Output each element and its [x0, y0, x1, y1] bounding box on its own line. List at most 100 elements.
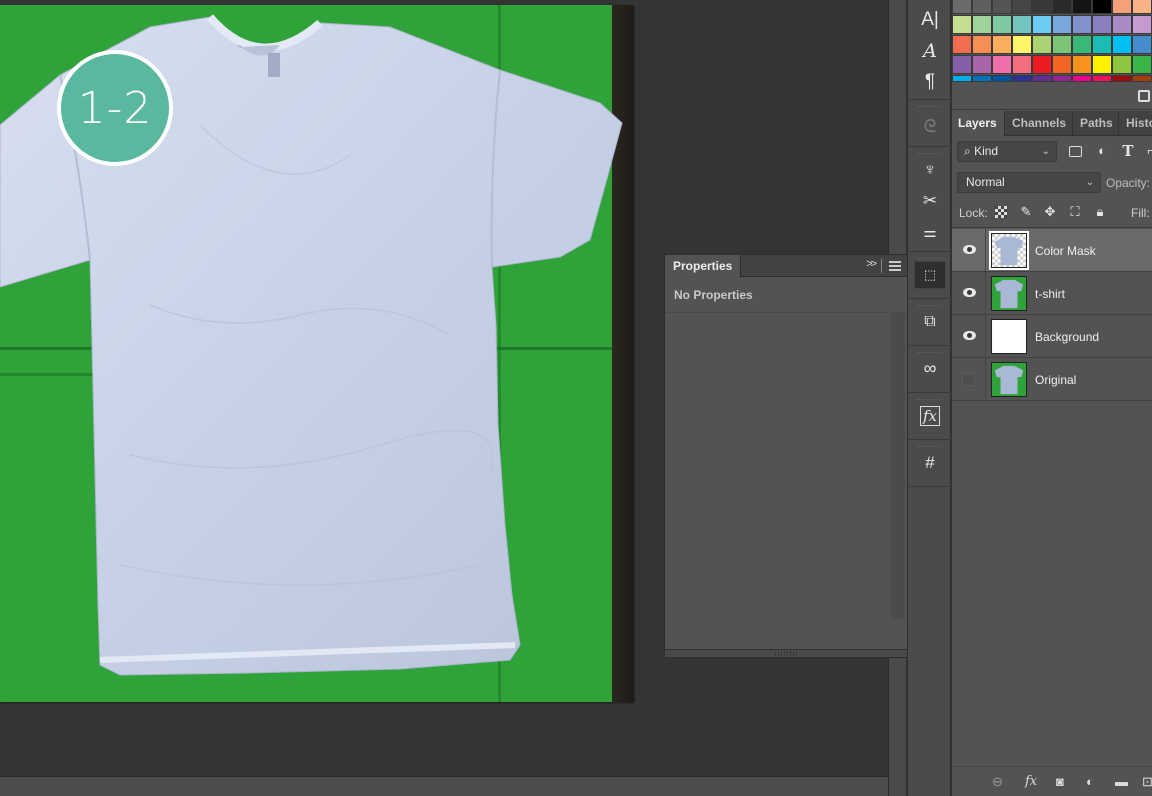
new-layer-icon[interactable]: ⊡	[1142, 774, 1152, 790]
filter-kind-select[interactable]: ⌕ Kind ⌄	[957, 141, 1057, 162]
swatch[interactable]	[992, 75, 1012, 82]
lock-image-pixels-icon[interactable]: ✎	[1019, 205, 1033, 219]
blend-mode-select[interactable]: Normal ⌄	[957, 172, 1101, 193]
visibility-toggle[interactable]	[952, 315, 986, 357]
image-filter-icon[interactable]	[1069, 146, 1082, 157]
swatch[interactable]	[1032, 55, 1052, 74]
properties-resize-bar[interactable]	[665, 649, 907, 657]
swatch[interactable]	[1132, 0, 1152, 14]
visibility-toggle[interactable]	[952, 272, 986, 314]
swatch[interactable]	[1052, 55, 1072, 74]
swatch[interactable]	[1072, 75, 1092, 82]
clone-source-icon[interactable]: ⧉	[908, 306, 952, 337]
layer-row-color-mask[interactable]: Color Mask	[952, 229, 1152, 272]
swatch[interactable]	[992, 0, 1012, 14]
collapse-panel-icon[interactable]: >>	[866, 258, 877, 270]
layer-name[interactable]: Color Mask	[1035, 244, 1096, 258]
swatch[interactable]	[1092, 55, 1112, 74]
tool-presets-icon[interactable]: ✂	[908, 185, 952, 216]
patterns-icon[interactable]: #	[908, 447, 952, 478]
swatch[interactable]	[1012, 15, 1032, 34]
swatch[interactable]	[1032, 0, 1052, 14]
character-styles-icon[interactable]: A	[908, 35, 952, 66]
lock-artboard-icon[interactable]: ⛶	[1068, 205, 1082, 219]
swatch[interactable]	[1032, 75, 1052, 82]
swatch[interactable]	[1012, 55, 1032, 74]
swatch[interactable]	[972, 35, 992, 54]
lock-all-icon[interactable]: 🔒︎	[1093, 205, 1107, 219]
tab-properties[interactable]: Properties	[665, 255, 742, 278]
swatch[interactable]	[1112, 75, 1132, 82]
layer-row-t-shirt[interactable]: t-shirt	[952, 272, 1152, 315]
shape-filter-icon[interactable]: ⌐	[1144, 144, 1152, 158]
lock-position-icon[interactable]: ✥	[1043, 205, 1057, 219]
adjustment-layer-icon[interactable]: ◐	[1086, 774, 1094, 790]
paragraph-icon[interactable]: ¶	[908, 66, 952, 97]
swatch[interactable]	[972, 15, 992, 34]
horizontal-scrollbar[interactable]	[0, 776, 888, 796]
properties-scrollbar[interactable]	[891, 313, 905, 619]
swatch[interactable]	[1012, 0, 1032, 14]
swatch[interactable]	[972, 0, 992, 14]
swatch[interactable]	[1052, 35, 1072, 54]
new-swatch-icon[interactable]	[1138, 90, 1150, 102]
document-canvas[interactable]: 1-2	[0, 5, 634, 702]
swatch[interactable]	[1072, 35, 1092, 54]
type-filter-icon[interactable]: T	[1121, 144, 1135, 159]
swatch[interactable]	[952, 15, 972, 34]
link-layers-icon[interactable]: ⊖	[992, 774, 1003, 790]
swatch[interactable]	[1092, 35, 1112, 54]
layer-name[interactable]: Original	[1035, 373, 1076, 387]
swatch[interactable]	[952, 55, 972, 74]
swatch[interactable]	[1132, 15, 1152, 34]
properties-icon[interactable]: ⬚	[914, 261, 946, 289]
visibility-toggle[interactable]	[952, 229, 986, 271]
creative-cloud-libraries-icon[interactable]: ∞	[908, 353, 952, 384]
swatch[interactable]	[1112, 0, 1132, 14]
swatch[interactable]	[1052, 75, 1072, 82]
swatch[interactable]	[1032, 15, 1052, 34]
swatch[interactable]	[1012, 75, 1032, 82]
layer-row-background[interactable]: Background	[952, 315, 1152, 358]
new-group-icon[interactable]: ▬	[1115, 774, 1128, 790]
brush-presets-icon[interactable]: ♆	[908, 154, 952, 185]
swatch[interactable]	[1072, 55, 1092, 74]
swatch[interactable]	[1072, 15, 1092, 34]
tab-paths[interactable]: Paths	[1074, 111, 1119, 136]
swatch[interactable]	[992, 55, 1012, 74]
panel-menu-icon[interactable]	[889, 261, 901, 271]
swatch[interactable]	[1012, 35, 1032, 54]
swatch[interactable]	[952, 0, 972, 14]
tab-history[interactable]: Histo	[1120, 111, 1152, 136]
swatch[interactable]	[1112, 35, 1132, 54]
swatch[interactable]	[952, 75, 972, 82]
swatch[interactable]	[992, 35, 1012, 54]
layer-name[interactable]: Background	[1035, 330, 1099, 344]
swatch[interactable]	[1132, 55, 1152, 74]
swatch[interactable]	[1092, 15, 1112, 34]
tab-layers[interactable]: Layers	[952, 111, 1005, 136]
add-mask-icon[interactable]: ◙	[1056, 774, 1064, 790]
lock-transparent-pixels-icon[interactable]	[995, 206, 1007, 218]
swatch[interactable]	[1132, 35, 1152, 54]
styles-icon[interactable]: fx	[908, 400, 952, 431]
swatch[interactable]	[1032, 35, 1052, 54]
swatch[interactable]	[952, 35, 972, 54]
character-icon[interactable]: A|	[908, 4, 952, 35]
resize-grip-icon[interactable]	[775, 651, 797, 656]
swatch[interactable]	[1072, 0, 1092, 14]
swatch[interactable]	[1112, 15, 1132, 34]
adjustment-filter-icon[interactable]: ◐	[1095, 144, 1109, 158]
swatch[interactable]	[1092, 75, 1112, 82]
swatch[interactable]	[1052, 15, 1072, 34]
layer-name[interactable]: t-shirt	[1035, 287, 1065, 301]
3d-icon[interactable]: ᘓ	[908, 111, 952, 142]
swatch[interactable]	[1132, 75, 1152, 82]
tab-channels[interactable]: Channels	[1006, 111, 1073, 136]
swatch[interactable]	[1112, 55, 1132, 74]
brush-settings-icon[interactable]: ⚌	[908, 216, 952, 247]
swatch[interactable]	[1092, 0, 1112, 14]
layer-style-icon[interactable]: fx	[1025, 774, 1037, 790]
swatch[interactable]	[972, 75, 992, 82]
swatch[interactable]	[972, 55, 992, 74]
